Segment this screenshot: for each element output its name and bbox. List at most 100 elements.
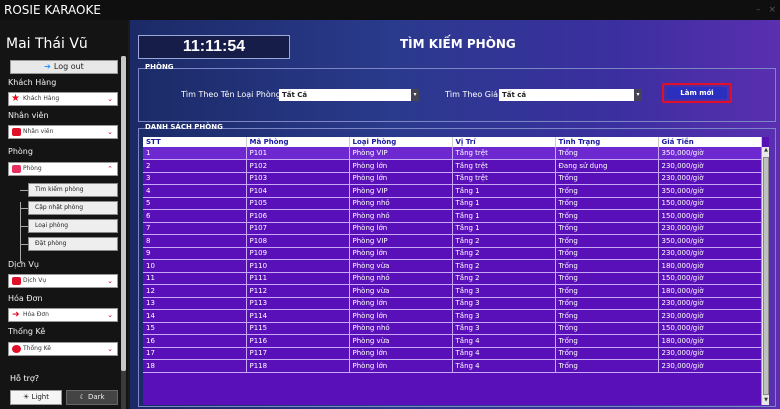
table-cell: Phòng VIP [349, 184, 453, 198]
table-cell: Trống [555, 334, 659, 348]
table-cell: P106 [246, 209, 350, 223]
service-combo-label: Dịch Vụ [23, 277, 47, 284]
table-cell: 230,000/giờ [658, 297, 762, 310]
room-type-select[interactable]: Tất Cả ▾ [279, 89, 419, 101]
scroll-down-icon[interactable]: ▼ [762, 397, 769, 405]
table-cell: Phòng vừa [349, 284, 453, 298]
table-row[interactable]: 8 P108 Phòng VIP Tầng 2 Trống 350,000/giờ [143, 234, 762, 248]
table-cell: Tầng 3 [452, 322, 556, 335]
table-cell: Phòng lớn [349, 247, 453, 260]
table-cell: Trống [555, 147, 659, 160]
pie-chart-icon [12, 345, 21, 353]
table-cell: 11 [143, 272, 247, 285]
table-cell: P101 [246, 147, 350, 160]
price-select[interactable]: Tất cả ▾ [499, 89, 642, 101]
scrollbar-thumb[interactable] [763, 157, 769, 395]
table-cell: P102 [246, 159, 350, 173]
dark-theme-button[interactable]: ☾ Dark [66, 390, 118, 405]
main-panel: 11:11:54 TÌM KIẾM PHÒNG PHÒNG Tìm Theo T… [130, 20, 780, 409]
table-cell: 18 [143, 359, 247, 373]
column-header[interactable]: STT [143, 137, 247, 147]
column-header[interactable]: Vị Trí [452, 137, 556, 147]
table-row[interactable]: 7 P107 Phòng lớn Tầng 1 Trống 230,000/giờ [143, 222, 762, 235]
table-cell: Phòng lớn [349, 347, 453, 360]
table-row[interactable]: 3 P103 Phòng lớn Tầng trệt Trống 230,000/giờ [143, 172, 762, 185]
table-cell: Trống [555, 359, 659, 373]
invoice-menu-combo[interactable]: ➜ Hóa Đơn ⌄ [8, 308, 118, 322]
table-cell: 180,000/giờ [658, 334, 762, 348]
table-row[interactable]: 4 P104 Phòng VIP Tầng 1 Trống 350,000/giờ [143, 184, 762, 198]
table-header: STT Mã Phòng Loại Phòng Vị Trí Tình Trạng Giá… [143, 137, 762, 147]
room-type-value: Tất Cả [282, 91, 308, 99]
table-row[interactable]: 10 P110 Phòng vừa Tầng 2 Trống 180,000/giờ [143, 259, 762, 273]
scroll-up-icon[interactable]: ▲ [762, 147, 769, 155]
table-cell: 350,000/giờ [658, 147, 762, 160]
price-value: Tất cả [502, 91, 527, 99]
table-row[interactable]: 5 P105 Phòng nhỏ Tầng 1 Trống 150,000/giờ [143, 197, 762, 210]
table-row[interactable]: 11 P111 Phòng nhỏ Tầng 2 Trống 150,000/giờ [143, 272, 762, 285]
table-cell: 350,000/giờ [658, 184, 762, 198]
column-header[interactable]: Giá Tiền [658, 137, 762, 147]
column-header[interactable]: Tình Trạng [555, 137, 659, 147]
minimize-icon[interactable]: – [756, 5, 761, 15]
table-row[interactable]: 9 P109 Phòng lớn Tầng 2 Trống 230,000/giờ [143, 247, 762, 260]
help-label: Hỗ trợ? [10, 374, 40, 383]
table-cell: Tầng 3 [452, 309, 556, 323]
subitem-book-room[interactable]: Đặt phòng [28, 237, 118, 251]
column-header[interactable]: Mã Phòng [246, 137, 350, 147]
table-cell: 6 [143, 209, 247, 223]
section-label-customer: Khách Hàng [8, 78, 57, 87]
table-row[interactable]: 17 P117 Phòng lớn Tầng 4 Trống 230,000/giờ [143, 347, 762, 360]
table-cell: P107 [246, 222, 350, 235]
table-row[interactable]: 14 P114 Phòng lớn Tầng 3 Trống 230,000/giờ [143, 309, 762, 323]
user-name: Mai Thái Vũ [6, 36, 88, 52]
staff-menu-combo[interactable]: Nhân viên ⌄ [8, 125, 118, 139]
table-cell: 350,000/giờ [658, 234, 762, 248]
table-row[interactable]: 2 P102 Phòng lớn Tầng trệt Đang sử dụng 230,0… [143, 159, 762, 173]
table-row[interactable]: 13 P113 Phòng lớn Tầng 3 Trống 230,000/giờ [143, 297, 762, 310]
tree-connector [20, 226, 28, 227]
refresh-button[interactable]: Làm mới [667, 87, 727, 99]
table-cell: 150,000/giờ [658, 272, 762, 285]
subitem-room-type[interactable]: Loại phòng [28, 219, 118, 233]
table-cell: Trống [555, 172, 659, 185]
section-label-service: Dịch Vụ [8, 260, 39, 269]
customer-menu-combo[interactable]: ★ Khách Hàng ⌄ [8, 92, 118, 106]
logout-label: Log out [53, 62, 84, 71]
room-menu-combo[interactable]: Phòng ⌃ [8, 162, 118, 176]
table-cell: P111 [246, 272, 350, 285]
table-row[interactable]: 18 P118 Phòng lớn Tầng 4 Trống 230,000/giờ [143, 359, 762, 373]
table-cell: Trống [555, 297, 659, 310]
subitem-update-room[interactable]: Cập nhật phòng [28, 201, 118, 215]
clock-display: 11:11:54 [138, 35, 290, 59]
table-cell: 17 [143, 347, 247, 360]
stats-menu-combo[interactable]: Thống Kê ⌄ [8, 342, 118, 356]
table-cell: 16 [143, 334, 247, 348]
sidebar-scrollbar[interactable] [121, 56, 126, 409]
table-row[interactable]: 12 P112 Phòng vừa Tầng 3 Trống 180,000/giờ [143, 284, 762, 298]
scrollbar-thumb[interactable] [121, 56, 126, 371]
service-menu-combo[interactable]: Dịch Vụ ⌄ [8, 274, 118, 288]
section-label-invoice: Hóa Đơn [8, 294, 43, 303]
table-cell: 12 [143, 284, 247, 298]
table-row[interactable]: 1 P101 Phòng VIP Tầng trệt Trống 350,000/giờ [143, 147, 762, 160]
room-combo-label: Phòng [23, 165, 42, 172]
table-row[interactable]: 15 P115 Phòng nhỏ Tầng 3 Trống 150,000/giờ [143, 322, 762, 335]
table-cell: P109 [246, 247, 350, 260]
table-cell: Phòng vừa [349, 259, 453, 273]
light-theme-button[interactable]: ☀ Light [10, 390, 62, 405]
service-icon [12, 277, 21, 285]
subitem-search-room[interactable]: Tìm kiếm phòng [28, 183, 118, 197]
close-icon[interactable]: × [768, 5, 776, 15]
table-row[interactable]: 6 P106 Phòng nhỏ Tầng 1 Trống 150,000/giờ [143, 209, 762, 223]
tree-connector [20, 244, 28, 245]
table-row[interactable]: 16 P116 Phòng vừa Tầng 4 Trống 180,000/giờ [143, 334, 762, 348]
logout-button[interactable]: ➔ Log out [10, 60, 118, 74]
table-scrollbar[interactable]: ▲ ▼ [761, 147, 769, 405]
table-cell: 14 [143, 309, 247, 323]
column-header[interactable]: Loại Phòng [349, 137, 453, 147]
chevron-down-icon: ⌄ [107, 311, 113, 319]
chevron-down-icon: ⌄ [107, 345, 113, 353]
table-cell: P103 [246, 172, 350, 185]
chevron-up-icon: ⌃ [107, 165, 113, 173]
